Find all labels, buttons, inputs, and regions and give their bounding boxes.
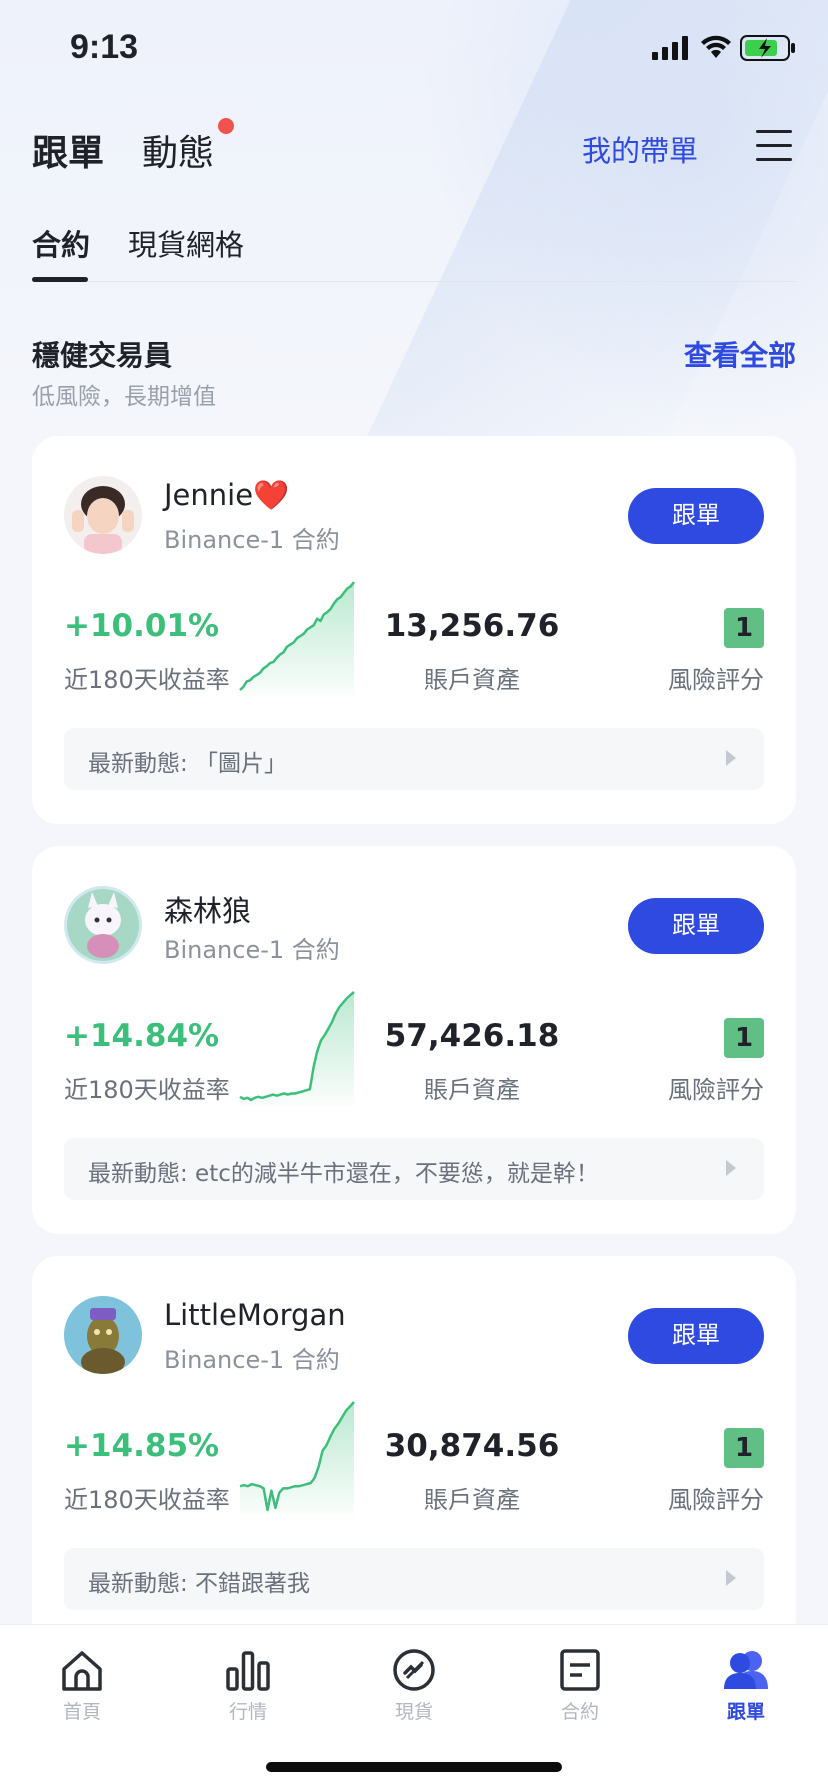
chevron-right-icon <box>726 750 736 766</box>
follow-button[interactable]: 跟單 <box>628 1308 764 1364</box>
avatar <box>64 1296 142 1374</box>
notification-dot <box>218 118 234 134</box>
nav-label: 首頁 <box>62 1701 101 1723</box>
active-tab-indicator <box>32 277 88 282</box>
subtab-futures[interactable]: 合約 <box>32 222 90 264</box>
follow-button[interactable]: 跟單 <box>628 488 764 544</box>
risk-label: 風險評分 <box>668 1486 764 1514</box>
latest-news-bar[interactable]: 最新動態: 不錯跟著我 <box>64 1548 764 1610</box>
sparkline-area <box>240 1402 354 1516</box>
status-bar: 9:13 <box>0 0 828 100</box>
risk-label: 風險評分 <box>668 666 764 694</box>
trader-account: Binance-1 合約 <box>164 526 340 554</box>
trader-name: LittleMorgan <box>164 1298 346 1332</box>
nav-label: 跟單 <box>726 1701 765 1723</box>
trader-account: Binance-1 合約 <box>164 1346 340 1374</box>
risk-score-badge: 1 <box>724 608 764 648</box>
assets-label: 賬戶資產 <box>424 1076 520 1104</box>
status-time: 9:13 <box>70 28 139 66</box>
section-title: 穩健交易員 <box>32 339 173 372</box>
trader-card[interactable]: Jennie❤️ Binance-1 合約 跟單 +10.01% 近180天收益… <box>32 436 796 824</box>
pnl-label: 近180天收益率 <box>64 666 230 694</box>
chevron-right-icon <box>726 1160 736 1176</box>
pnl-value: +10.01% <box>64 608 220 644</box>
pnl-sparkline <box>239 1401 355 1516</box>
latest-news-bar[interactable]: 最新動態: 「圖片」 <box>64 728 764 790</box>
nav-label: 現貨 <box>394 1701 433 1723</box>
trader-card[interactable]: LittleMorgan Binance-1 合約 跟單 +14.85% 近18… <box>32 1256 796 1644</box>
contract-icon <box>560 1649 600 1691</box>
latest-news-text: 最新動態: etc的減半牛市還在，不要慫，就是幹！ <box>88 1161 599 1187</box>
trader-name: Jennie❤️ <box>164 478 290 512</box>
trader-name: 森林狼 <box>164 894 252 928</box>
avatar <box>64 886 142 964</box>
pnl-sparkline <box>239 581 355 696</box>
signal-icon <box>652 36 688 60</box>
pnl-sparkline <box>239 991 355 1106</box>
nav-label: 行情 <box>228 1701 267 1723</box>
top-header: 跟單 動態 我的帶單 <box>0 110 828 180</box>
follow-button[interactable]: 跟單 <box>628 898 764 954</box>
nav-markets[interactable]: 行情 <box>193 1647 303 1724</box>
risk-score-badge: 1 <box>724 1428 764 1468</box>
assets-label: 賬戶資產 <box>424 666 520 694</box>
tab-feed[interactable]: 動態 <box>142 124 214 176</box>
nav-spot[interactable]: 現貨 <box>359 1647 469 1724</box>
pnl-value: +14.84% <box>64 1018 220 1054</box>
sub-tabs: 合約 現貨網格 <box>32 218 796 282</box>
view-all-link[interactable]: 查看全部 <box>684 334 796 374</box>
spot-icon <box>393 1649 435 1691</box>
trader-card[interactable]: 森林狼 Binance-1 合約 跟單 +14.84% 近180天收益率 57,… <box>32 846 796 1234</box>
latest-news-text: 最新動態: 「圖片」 <box>88 751 288 777</box>
subtab-spot-grid[interactable]: 現貨網格 <box>128 222 244 264</box>
nav-home[interactable]: 首頁 <box>27 1647 137 1724</box>
pnl-label: 近180天收益率 <box>64 1486 230 1514</box>
avatar <box>64 476 142 554</box>
home-icon <box>62 1651 102 1691</box>
assets-label: 賬戶資產 <box>424 1486 520 1514</box>
nav-label: 合約 <box>560 1701 599 1723</box>
nav-futures[interactable]: 合約 <box>525 1647 635 1724</box>
my-lead-trades-link[interactable]: 我的帶單 <box>582 128 698 170</box>
copy-trade-icon <box>724 1651 768 1689</box>
account-assets: 30,874.56 <box>384 1428 560 1464</box>
risk-label: 風險評分 <box>668 1076 764 1104</box>
bar-chart-icon <box>226 1651 270 1691</box>
tab-copy-trade[interactable]: 跟單 <box>32 124 104 176</box>
latest-news-text: 最新動態: 不錯跟著我 <box>88 1571 311 1597</box>
menu-icon[interactable] <box>756 130 792 162</box>
pnl-label: 近180天收益率 <box>64 1076 230 1104</box>
risk-score-badge: 1 <box>724 1018 764 1058</box>
section-subtitle: 低風險，長期增值 <box>32 384 216 410</box>
latest-news-bar[interactable]: 最新動態: etc的減半牛市還在，不要慫，就是幹！ <box>64 1138 764 1200</box>
pnl-value: +14.85% <box>64 1428 220 1464</box>
wifi-icon <box>701 35 731 58</box>
home-indicator <box>266 1762 562 1772</box>
chevron-right-icon <box>726 1570 736 1586</box>
account-assets: 57,426.18 <box>384 1018 560 1054</box>
account-assets: 13,256.76 <box>384 608 560 644</box>
trader-account: Binance-1 合約 <box>164 936 340 964</box>
battery-icon <box>740 35 795 61</box>
nav-copy-trade[interactable]: 跟單 <box>691 1647 801 1724</box>
